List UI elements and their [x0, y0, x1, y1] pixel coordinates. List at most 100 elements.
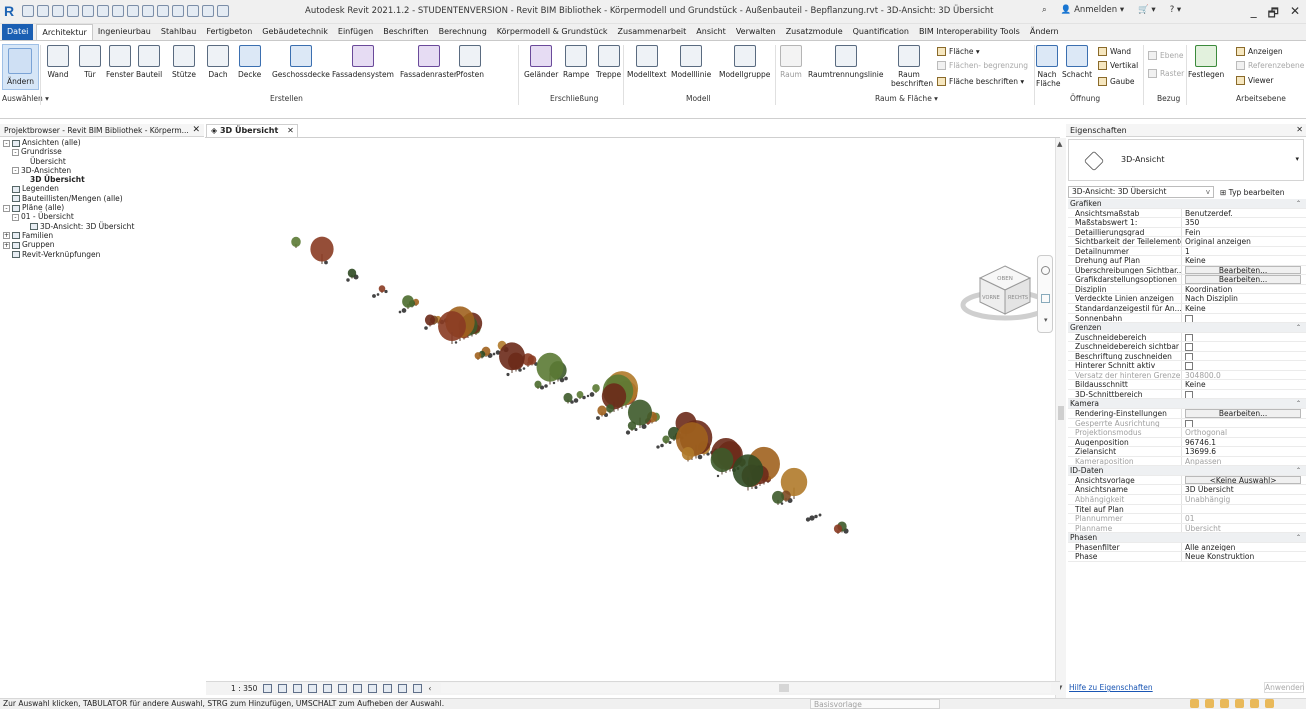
select-links-icon[interactable]: [1190, 699, 1199, 708]
plant-family[interactable]: [818, 513, 822, 517]
property-row[interactable]: Ansichtsmaßstab Benutzerdef.: [1068, 208, 1306, 219]
view-scale[interactable]: 1 : 350: [231, 684, 257, 693]
plant-family[interactable]: [814, 514, 818, 519]
property-checkbox[interactable]: [1185, 419, 1193, 428]
property-row[interactable]: Standardanzeigestil für An... Keine: [1068, 304, 1306, 314]
text-icon[interactable]: [142, 5, 154, 17]
section-icon[interactable]: [172, 5, 184, 17]
open-icon[interactable]: [22, 5, 34, 17]
property-row[interactable]: Bildausschnitt Keine: [1068, 380, 1306, 390]
column-button[interactable]: Stütze: [172, 45, 196, 79]
restore-button[interactable]: 🗗: [1268, 4, 1279, 25]
room-separator-button[interactable]: Raumtrennungslinie: [808, 45, 883, 79]
help-icon[interactable]: ? ▾: [1170, 5, 1181, 15]
expand-icon[interactable]: -: [12, 213, 19, 221]
tab-3d-overview[interactable]: ◈ 3D Übersicht ✕: [206, 124, 298, 137]
apply-button[interactable]: Anwenden: [1264, 682, 1305, 693]
tab-13[interactable]: Zusatzmodule: [781, 24, 848, 40]
plant-family[interactable]: [499, 342, 525, 373]
collapse-icon[interactable]: ⌃: [1296, 199, 1306, 208]
plant-family[interactable]: [310, 236, 334, 264]
property-value[interactable]: 350: [1185, 218, 1199, 227]
plant-family[interactable]: [372, 294, 376, 298]
property-row[interactable]: 3D-Schnittbereich: [1068, 389, 1306, 400]
plant-family[interactable]: [492, 352, 496, 356]
scroll-up-icon[interactable]: ▲: [1057, 140, 1062, 148]
plant-family[interactable]: [544, 384, 548, 388]
tag-area-button[interactable]: Fläche beschriften ▾: [937, 77, 1024, 86]
tab-11[interactable]: Ansicht: [691, 24, 731, 40]
property-row[interactable]: Zuschneidebereich sichtbar: [1068, 342, 1306, 352]
browser-node[interactable]: -3D-Ansichten: [0, 166, 204, 175]
drag-elements-icon[interactable]: [1250, 699, 1259, 708]
browser-node[interactable]: + Gruppen: [0, 240, 204, 249]
area-boundary-button[interactable]: Flächen- begrenzung: [937, 61, 1028, 70]
property-value[interactable]: 3D Übersicht: [1185, 485, 1234, 494]
zoom-icon[interactable]: [1041, 294, 1050, 303]
select-pinned-icon[interactable]: [1220, 699, 1229, 708]
property-row[interactable]: Ansichtsname 3D Übersicht: [1068, 485, 1306, 495]
expand-icon[interactable]: -: [12, 167, 19, 175]
property-value[interactable]: Keine: [1185, 380, 1206, 389]
by-face-button[interactable]: Nach Fläche: [1036, 45, 1061, 88]
chevron-down-icon[interactable]: ▾: [1295, 155, 1299, 163]
expand-icon[interactable]: -: [3, 139, 10, 147]
property-row[interactable]: Überschreibungen Sichtbar... Bearbeiten..…: [1068, 265, 1306, 276]
tab-0[interactable]: Datei: [2, 24, 34, 40]
plant-family[interactable]: [596, 416, 600, 420]
window-button[interactable]: Fenster: [106, 45, 134, 79]
property-value[interactable]: Benutzerdef.: [1185, 209, 1233, 218]
tab-15[interactable]: BIM Interoperability Tools: [914, 24, 1025, 40]
print-icon[interactable]: [97, 5, 109, 17]
property-value[interactable]: Keine: [1185, 256, 1206, 265]
property-value[interactable]: Anpassen: [1185, 457, 1221, 466]
expand-icon[interactable]: +: [3, 241, 10, 249]
close-hidden-icon[interactable]: [202, 5, 214, 17]
3d-viewport[interactable]: [206, 138, 1060, 681]
property-group[interactable]: Phasen ⌃: [1068, 533, 1306, 543]
property-checkbox[interactable]: [1185, 333, 1193, 342]
plant-family[interactable]: [573, 398, 579, 403]
property-row[interactable]: Disziplin Koordination: [1068, 284, 1306, 295]
property-row[interactable]: Abhängigkeit Unabhängig: [1068, 494, 1306, 505]
tab-1[interactable]: Architektur: [36, 24, 93, 40]
browser-node[interactable]: - Ansichten (alle): [0, 138, 204, 147]
property-row[interactable]: Kameraposition Anpassen: [1068, 456, 1306, 467]
property-value[interactable]: Alle anzeigen: [1185, 543, 1235, 552]
property-group[interactable]: ID-Daten ⌃: [1068, 466, 1306, 476]
tab-12[interactable]: Verwalten: [731, 24, 781, 40]
property-value[interactable]: Orthogonal: [1185, 428, 1227, 437]
property-value[interactable]: Nach Disziplin: [1185, 294, 1238, 303]
crop-view-icon[interactable]: [338, 684, 348, 693]
tab-7[interactable]: Beschriften: [378, 24, 433, 40]
property-row[interactable]: Phase Neue Konstruktion: [1068, 552, 1306, 562]
shaft-button[interactable]: Schacht: [1062, 45, 1092, 79]
property-button[interactable]: Bearbeiten...: [1185, 275, 1302, 284]
sign-in-link[interactable]: 👤 Anmelden ▾: [1061, 5, 1124, 15]
plant-family[interactable]: [346, 278, 350, 282]
thin-lines-icon[interactable]: [187, 5, 199, 17]
plant-family[interactable]: [592, 384, 600, 393]
property-checkbox[interactable]: [1185, 352, 1193, 361]
plant-family[interactable]: [564, 376, 568, 381]
area-button[interactable]: Fläche ▾: [937, 47, 980, 56]
plant-family[interactable]: [625, 430, 631, 435]
tab-6[interactable]: Einfügen: [333, 24, 378, 40]
chevron-left-icon[interactable]: ‹: [428, 684, 431, 693]
property-row[interactable]: Detaillierungsgrad Fein: [1068, 227, 1306, 238]
property-value[interactable]: Fein: [1185, 228, 1200, 237]
expand-icon[interactable]: +: [3, 232, 10, 240]
select-underlay-icon[interactable]: [1205, 699, 1214, 708]
property-row[interactable]: Maßstabswert 1: 350: [1068, 218, 1306, 228]
tab-2[interactable]: Ingenieurbau: [93, 24, 156, 40]
property-checkbox[interactable]: [1185, 343, 1193, 351]
instance-selector[interactable]: 3D-Ansicht: 3D Übersicht: [1068, 186, 1214, 198]
plant-family[interactable]: [754, 485, 758, 490]
save-icon[interactable]: [37, 5, 49, 17]
analytical-model-icon[interactable]: [413, 684, 423, 693]
room-button[interactable]: Raum: [780, 45, 802, 79]
undo-icon[interactable]: [67, 5, 79, 17]
property-row[interactable]: Rendering-Einstellungen Bearbeiten...: [1068, 409, 1306, 419]
property-group[interactable]: Kamera ⌃: [1068, 399, 1306, 410]
cart-icon[interactable]: 🛒 ▾: [1138, 5, 1156, 15]
